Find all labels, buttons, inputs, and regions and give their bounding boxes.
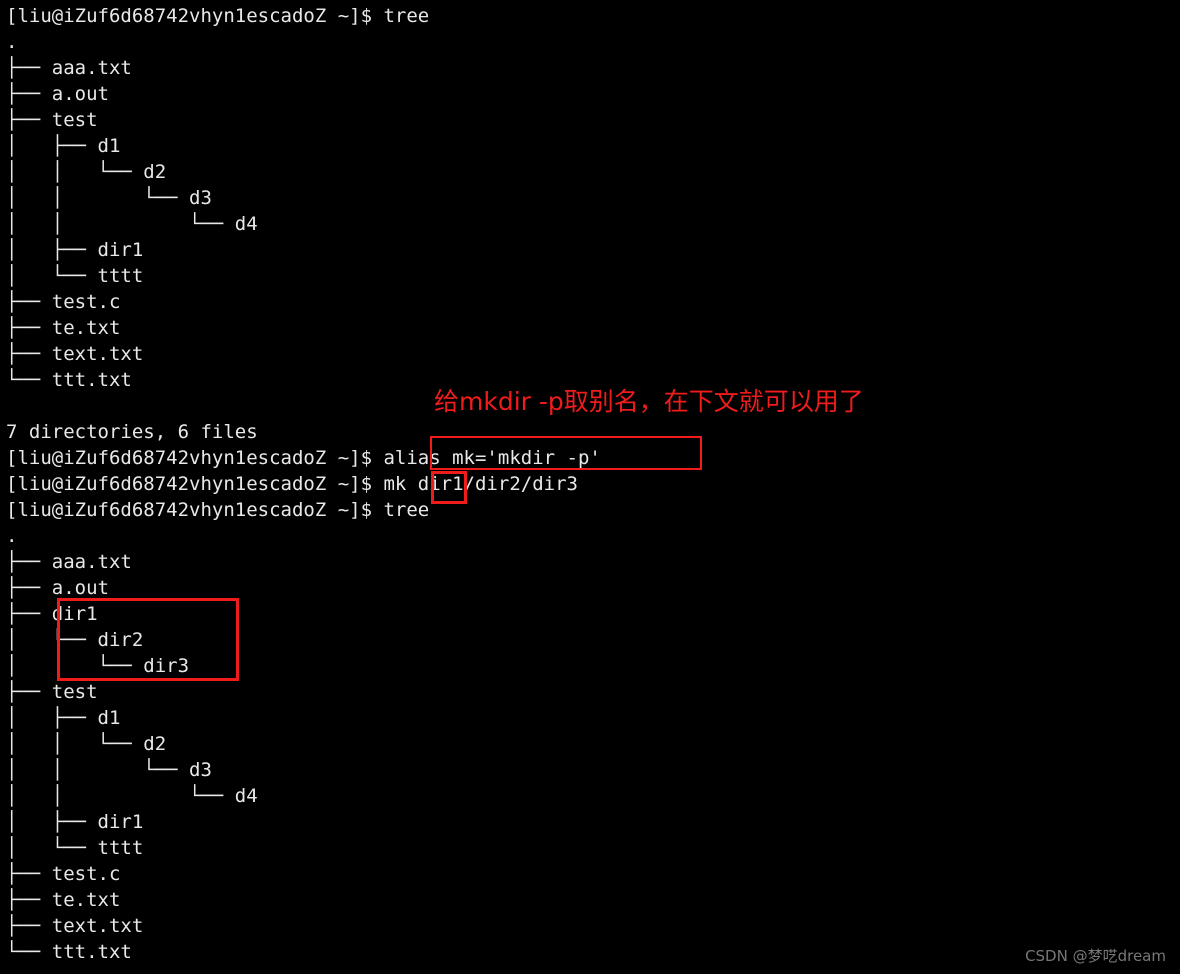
terminal-line: ├── a.out <box>6 577 109 599</box>
terminal-line: │ │ └── d2 <box>6 161 167 183</box>
terminal-line: [liu@iZuf6d68742vhyn1escadoZ ~]$ mk dir1… <box>6 473 578 495</box>
terminal-line: ├── te.txt <box>6 889 121 911</box>
terminal-line: ├── test <box>6 109 98 131</box>
terminal-output[interactable]: [liu@iZuf6d68742vhyn1escadoZ ~]$ tree. ├─… <box>6 3 1176 965</box>
terminal-line: ├── a.out <box>6 83 109 105</box>
terminal-line: │ └── dir3 <box>6 655 190 677</box>
terminal-line: . <box>6 31 18 53</box>
terminal-line: │ │ └── d3 <box>6 759 212 781</box>
terminal-line: └── ttt.txt <box>6 941 132 963</box>
terminal-line: ├── te.txt <box>6 317 121 339</box>
terminal-line: ├── dir1 <box>6 603 98 625</box>
terminal-line: ├── text.txt <box>6 915 144 937</box>
terminal-line: [liu@iZuf6d68742vhyn1escadoZ ~]$ tree <box>6 5 430 27</box>
terminal-line: ├── test.c <box>6 291 121 313</box>
terminal-line: │ │ └── d2 <box>6 733 167 755</box>
terminal-line: │ └── tttt <box>6 265 144 287</box>
terminal-line: │ └── dir2 <box>6 629 144 651</box>
terminal-line: │ │ └── d4 <box>6 785 258 807</box>
terminal-line: │ │ └── d4 <box>6 213 258 235</box>
terminal-line: [liu@iZuf6d68742vhyn1escadoZ ~]$ tree <box>6 499 430 521</box>
terminal-line: ├── text.txt <box>6 343 144 365</box>
terminal-line: ├── aaa.txt <box>6 57 132 79</box>
watermark: CSDN @梦呓dream <box>1025 947 1166 965</box>
terminal-line: │ ├── dir1 <box>6 811 144 833</box>
terminal-screen: [liu@iZuf6d68742vhyn1escadoZ ~]$ tree. ├─… <box>0 0 1180 974</box>
terminal-line: 7 directories, 6 files <box>6 421 258 443</box>
annotation-text: 给mkdir -p取别名，在下文就可以用了 <box>434 387 864 416</box>
terminal-line: │ ├── d1 <box>6 135 121 157</box>
terminal-line: │ ├── d1 <box>6 707 121 729</box>
terminal-line: │ └── tttt <box>6 837 144 859</box>
terminal-line: . <box>6 525 18 547</box>
terminal-line: │ │ └── d3 <box>6 187 212 209</box>
terminal-line: │ ├── dir1 <box>6 239 144 261</box>
terminal-line: ├── test.c <box>6 863 121 885</box>
terminal-line: ├── test <box>6 681 98 703</box>
terminal-line: [liu@iZuf6d68742vhyn1escadoZ ~]$ alias m… <box>6 447 601 469</box>
terminal-line: ├── aaa.txt <box>6 551 132 573</box>
